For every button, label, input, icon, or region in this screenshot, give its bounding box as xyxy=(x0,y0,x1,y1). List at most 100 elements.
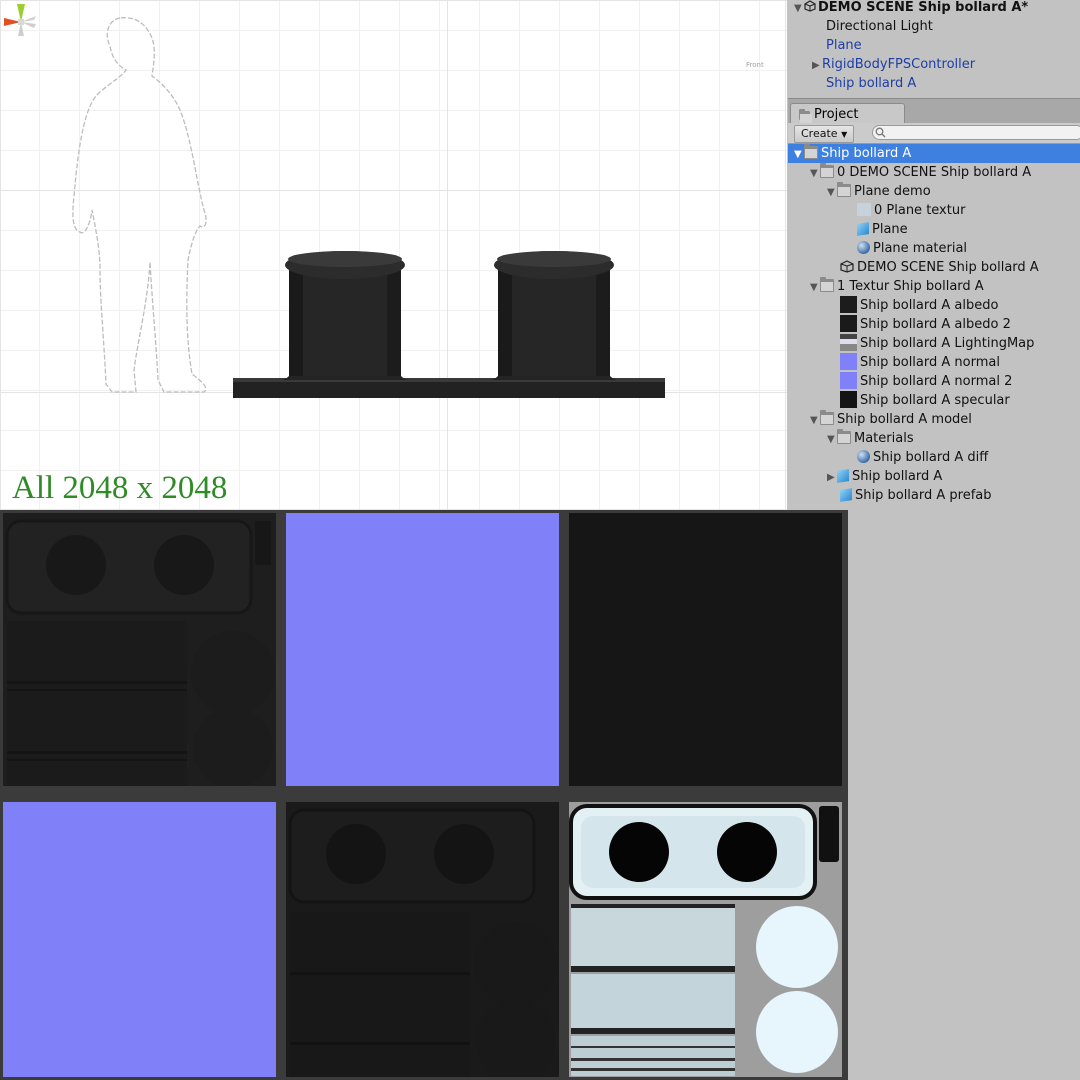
tree-item-model-folder[interactable]: ▼ Ship bollard A model xyxy=(810,410,972,429)
search-input[interactable] xyxy=(872,125,1080,140)
texture-icon xyxy=(857,203,871,216)
expand-arrow-icon[interactable]: ▼ xyxy=(827,183,837,202)
tree-item-plane-mesh[interactable]: Plane xyxy=(857,220,908,239)
albedo-2-texture-preview xyxy=(286,802,559,1077)
human-silhouette xyxy=(72,17,207,393)
tree-item-lightingmap[interactable]: Ship bollard A LightingMap xyxy=(840,334,1034,353)
texture-icon xyxy=(840,334,857,351)
project-toolbar: Create ▼ xyxy=(788,123,1080,144)
tree-item-model[interactable]: ▶ Ship bollard A xyxy=(827,467,942,486)
expand-arrow-icon[interactable]: ▼ xyxy=(810,278,820,297)
tree-item-label: Ship bollard A normal xyxy=(860,355,1000,370)
tree-item-demo-scene-file[interactable]: DEMO SCENE Ship bollard A xyxy=(840,258,1039,277)
expand-arrow-icon[interactable]: ▼ xyxy=(794,0,804,18)
tree-item-diff-material[interactable]: Ship bollard A diff xyxy=(857,448,988,467)
bollard-post-left xyxy=(289,268,401,380)
scene-viewport[interactable]: Front All 2048 x 2048 xyxy=(0,0,787,510)
tab-project[interactable]: Project xyxy=(790,103,905,124)
expand-arrow-icon[interactable]: ▼ xyxy=(827,430,837,449)
tree-item-label: 1 Textur Ship bollard A xyxy=(837,279,984,294)
mesh-icon xyxy=(857,222,869,236)
hierarchy-item-label: RigidBodyFPSController xyxy=(822,57,976,72)
hierarchy-item-label: Ship bollard A xyxy=(826,76,917,91)
hierarchy-item-directional-light[interactable]: Directional Light xyxy=(826,17,933,36)
model-icon xyxy=(837,469,849,483)
specular-texture-preview xyxy=(569,513,842,786)
unity-scene-icon xyxy=(804,0,816,12)
tree-item-label: Ship bollard A model xyxy=(837,412,972,427)
folder-icon xyxy=(820,163,834,178)
tree-item-label: Materials xyxy=(854,431,914,446)
project-tree: ▼ Ship bollard A ▼ 0 DEMO SCENE Ship bolla… xyxy=(788,144,1080,510)
create-button-label: Create xyxy=(801,127,838,140)
tree-item-label: Ship bollard A prefab xyxy=(855,488,992,503)
tree-item-label: Ship bollard A albedo xyxy=(860,298,999,313)
tree-item-ship-bollard-folder[interactable]: ▼ Ship bollard A xyxy=(788,144,1080,163)
empty-panel-area xyxy=(848,510,1080,1080)
hierarchy-item-label: Directional Light xyxy=(826,19,933,34)
expand-arrow-icon[interactable]: ▼ xyxy=(810,164,820,183)
hierarchy-item-label: DEMO SCENE Ship bollard A* xyxy=(818,0,1029,15)
tree-item-label: Plane xyxy=(872,222,908,237)
folder-icon xyxy=(820,277,834,292)
hierarchy-item-label: Plane xyxy=(826,38,862,53)
tree-item-normal-2[interactable]: Ship bollard A normal 2 xyxy=(840,372,1012,391)
dropdown-arrow-icon: ▼ xyxy=(841,130,848,139)
tree-item-label: Ship bollard A xyxy=(852,469,943,484)
tree-item-demo-scene-folder[interactable]: ▼ 0 DEMO SCENE Ship bollard A xyxy=(810,163,1031,182)
tree-item-albedo-2[interactable]: Ship bollard A albedo 2 xyxy=(840,315,1011,334)
tree-item-label: Ship bollard A diff xyxy=(873,450,989,465)
normal-2-texture-preview xyxy=(3,802,276,1077)
search-icon xyxy=(875,127,886,138)
folder-icon xyxy=(804,144,818,159)
prefab-icon xyxy=(840,488,852,502)
texture-icon xyxy=(840,315,857,332)
tree-item-plane-texture[interactable]: 0 Plane textur xyxy=(857,201,965,220)
folder-icon xyxy=(837,429,851,444)
material-icon xyxy=(857,450,870,463)
scene-drawing xyxy=(72,17,665,398)
tree-item-label: Ship bollard A LightingMap xyxy=(860,336,1035,351)
tree-item-label: Plane demo xyxy=(854,184,931,199)
expand-arrow-icon[interactable]: ▼ xyxy=(810,411,820,430)
tree-item-prefab[interactable]: Ship bollard A prefab xyxy=(840,486,992,505)
collapse-arrow-icon[interactable]: ▶ xyxy=(827,468,837,487)
create-button[interactable]: Create ▼ xyxy=(794,125,855,143)
texture-icon xyxy=(840,296,857,313)
texture-icon xyxy=(840,372,857,389)
folder-icon xyxy=(820,410,834,425)
tree-item-label: DEMO SCENE Ship bollard A xyxy=(857,260,1039,275)
tree-item-materials-folder[interactable]: ▼ Materials xyxy=(827,429,914,448)
tree-item-textur-folder[interactable]: ▼ 1 Textur Ship bollard A xyxy=(810,277,984,296)
unity-scene-icon xyxy=(840,260,854,273)
hierarchy-item-fps-controller[interactable]: ▶ RigidBodyFPSController xyxy=(812,55,975,74)
lightingmap-texture-preview xyxy=(569,802,842,1077)
texture-atlas xyxy=(0,510,848,1080)
texture-icon xyxy=(840,391,857,408)
hierarchy-panel: ▼ DEMO SCENE Ship bollard A* Directional … xyxy=(788,0,1080,98)
resolution-caption: All 2048 x 2048 xyxy=(12,470,228,506)
hierarchy-item-ship-bollard[interactable]: Ship bollard A xyxy=(826,74,916,93)
folder-icon xyxy=(837,182,851,197)
tree-item-normal[interactable]: Ship bollard A normal xyxy=(840,353,1000,372)
folder-icon xyxy=(799,109,812,123)
normal-texture-preview xyxy=(286,513,559,786)
orientation-gizmo-icon[interactable] xyxy=(0,0,42,60)
tree-item-label: Ship bollard A specular xyxy=(860,393,1010,408)
tree-item-plane-material[interactable]: Plane material xyxy=(857,239,967,258)
expand-arrow-icon[interactable]: ▼ xyxy=(794,145,804,164)
tree-item-label: Ship bollard A xyxy=(821,146,912,161)
collapse-arrow-icon[interactable]: ▶ xyxy=(812,56,822,75)
tree-item-label: Ship bollard A albedo 2 xyxy=(860,317,1011,332)
texture-icon xyxy=(840,353,857,370)
tree-item-label: 0 DEMO SCENE Ship bollard A xyxy=(837,165,1032,180)
tree-item-plane-demo-folder[interactable]: ▼ Plane demo xyxy=(827,182,931,201)
project-tab-bar: Project xyxy=(788,98,1080,124)
tree-item-label: Ship bollard A normal 2 xyxy=(860,374,1013,389)
tree-item-albedo[interactable]: Ship bollard A albedo xyxy=(840,296,998,315)
albedo-texture-preview xyxy=(3,513,276,786)
tab-project-label: Project xyxy=(814,107,859,122)
hierarchy-scene-root[interactable]: ▼ DEMO SCENE Ship bollard A* xyxy=(794,0,1028,17)
tree-item-specular[interactable]: Ship bollard A specular xyxy=(840,391,1010,410)
hierarchy-item-plane[interactable]: Plane xyxy=(826,36,862,55)
